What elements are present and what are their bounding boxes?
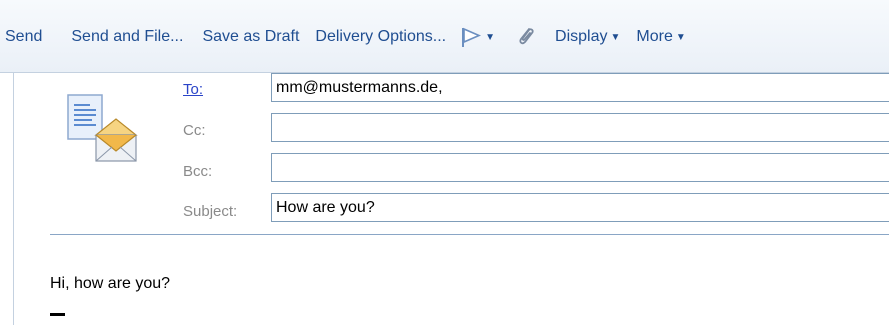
save-as-draft-button[interactable]: Save as Draft	[202, 28, 299, 46]
send-and-file-button[interactable]: Send and File...	[71, 28, 183, 46]
toolbar: Send Send and File... Save as Draft Deli…	[0, 0, 889, 73]
send-button-label: Send	[5, 28, 43, 45]
bcc-label: Bcc:	[183, 163, 213, 180]
delivery-options-label: Delivery Options...	[315, 28, 447, 45]
to-field[interactable]: mm@mustermanns.de,	[271, 73, 889, 102]
message-body-text[interactable]: Hi, how are you?	[50, 275, 170, 293]
delivery-options-button[interactable]: Delivery Options...	[315, 28, 446, 46]
save-as-draft-label: Save as Draft	[202, 28, 300, 45]
send-button[interactable]: Send	[5, 28, 42, 46]
subject-field[interactable]: How are you?	[271, 193, 889, 222]
paperclip-icon	[519, 28, 534, 45]
more-label: More	[636, 28, 673, 45]
header-divider	[50, 234, 889, 235]
display-caret-icon: ▼	[610, 31, 621, 43]
to-label-link[interactable]: To:	[183, 81, 203, 98]
cc-label: Cc:	[183, 122, 206, 139]
subject-label: Subject:	[183, 203, 238, 220]
display-menu-button[interactable]: Display ▼	[555, 28, 620, 46]
more-menu-button[interactable]: More ▼	[636, 28, 685, 46]
cc-field[interactable]	[271, 113, 889, 142]
text-cursor	[50, 313, 65, 316]
left-pane-border	[13, 73, 14, 325]
flag-button[interactable]: ▼	[460, 26, 495, 48]
more-caret-icon: ▼	[675, 31, 686, 43]
display-label: Display	[555, 28, 608, 45]
flag-dropdown-caret-icon: ▼	[485, 31, 496, 43]
toolbar-actions: Send Send and File... Save as Draft Deli…	[0, 24, 686, 50]
attach-button[interactable]	[515, 25, 537, 49]
envelope-icon	[67, 94, 138, 162]
bcc-field[interactable]	[271, 153, 889, 182]
send-and-file-label: Send and File...	[71, 28, 184, 45]
flag-icon	[462, 27, 482, 47]
